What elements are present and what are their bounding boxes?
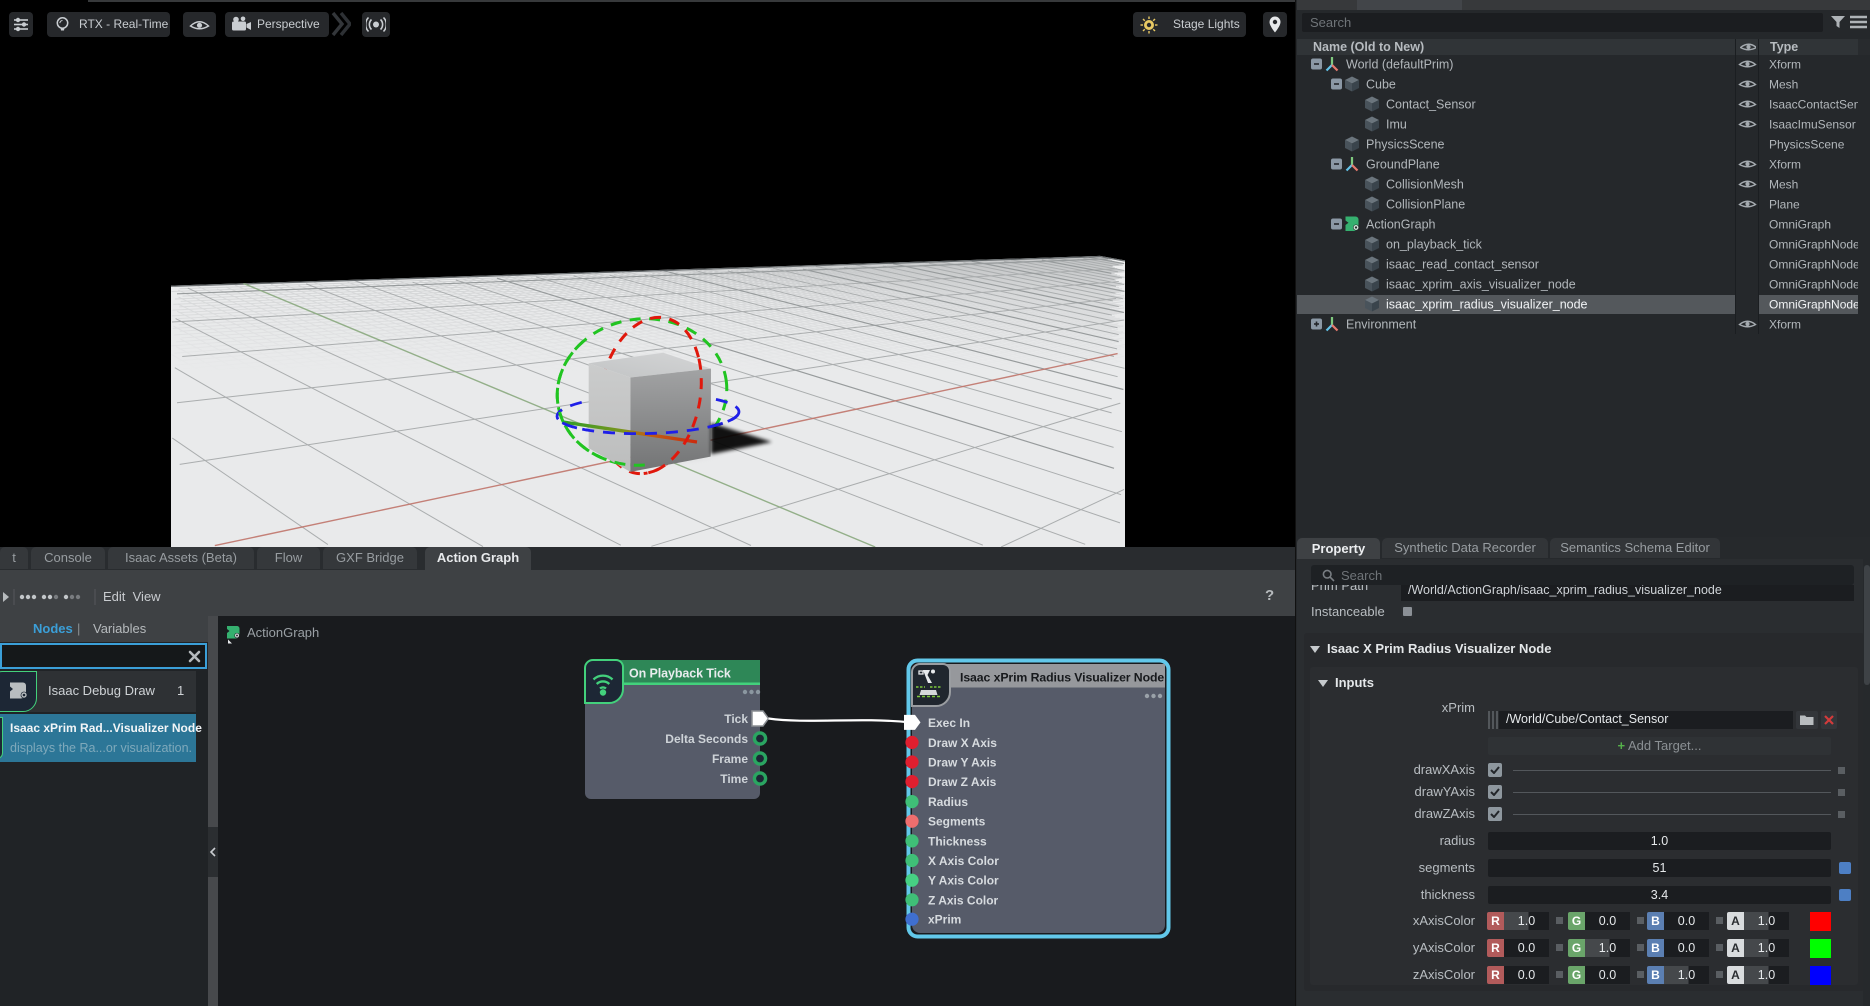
svg-text:IsaacImuSensor: IsaacImuSensor <box>1769 118 1856 132</box>
svg-text:Contact_Sensor: Contact_Sensor <box>1386 98 1476 112</box>
svg-text:Draw X Axis: Draw X Axis <box>928 736 997 750</box>
svg-text:Draw Z Axis: Draw Z Axis <box>928 775 997 789</box>
svg-text:Mesh: Mesh <box>1769 78 1798 92</box>
svg-text:on_playback_tick: on_playback_tick <box>1386 238 1483 252</box>
svg-text:isaac_xprim_radius_visualizer_: isaac_xprim_radius_visualizer_node <box>1386 298 1588 312</box>
svg-text:Environment: Environment <box>1346 318 1417 332</box>
svg-text:On Playback Tick: On Playback Tick <box>629 667 731 681</box>
svg-text:Plane: Plane <box>1769 198 1800 212</box>
svg-text:PhysicsScene: PhysicsScene <box>1366 138 1445 152</box>
svg-text:Xform: Xform <box>1769 318 1801 332</box>
svg-text:isaac_xprim_axis_visualizer_no: isaac_xprim_axis_visualizer_node <box>1386 278 1576 292</box>
svg-text:Xform: Xform <box>1769 158 1801 172</box>
svg-text:Cube: Cube <box>1366 78 1396 92</box>
svg-text:OmniGraph: OmniGraph <box>1769 218 1831 232</box>
svg-text:CollisionMesh: CollisionMesh <box>1386 178 1464 192</box>
svg-text:PhysicsScene: PhysicsScene <box>1769 138 1845 152</box>
svg-text:CollisionPlane: CollisionPlane <box>1386 198 1465 212</box>
svg-text:Thickness: Thickness <box>928 834 987 848</box>
svg-text:Xform: Xform <box>1769 58 1801 72</box>
svg-text:GroundPlane: GroundPlane <box>1366 158 1440 172</box>
svg-text:OmniGraphNode: OmniGraphNode <box>1769 298 1860 312</box>
svg-text:Frame: Frame <box>712 752 748 766</box>
svg-text:xPrim: xPrim <box>928 913 961 927</box>
svg-text:Exec In: Exec In <box>928 716 970 730</box>
svg-text:Radius: Radius <box>928 795 968 809</box>
svg-text:Imu: Imu <box>1386 118 1407 132</box>
svg-text:Z Axis Color: Z Axis Color <box>928 893 999 907</box>
svg-text:Mesh: Mesh <box>1769 178 1798 192</box>
svg-text:Time: Time <box>720 772 748 786</box>
svg-text:IsaacContactSen: IsaacContactSen <box>1769 98 1860 112</box>
svg-text:OmniGraphNode: OmniGraphNode <box>1769 278 1860 292</box>
svg-text:Tick: Tick <box>724 712 748 726</box>
svg-text:Delta Seconds: Delta Seconds <box>665 732 748 746</box>
svg-text:OmniGraphNode: OmniGraphNode <box>1769 258 1860 272</box>
svg-text:Draw Y Axis: Draw Y Axis <box>928 756 997 770</box>
svg-text:X Axis Color: X Axis Color <box>928 854 999 868</box>
svg-text:ActionGraph: ActionGraph <box>1366 218 1436 232</box>
svg-text:ActionGraph: ActionGraph <box>247 625 319 640</box>
svg-text:World (defaultPrim): World (defaultPrim) <box>1346 58 1453 72</box>
svg-text:Y Axis Color: Y Axis Color <box>928 874 999 888</box>
svg-text:Segments: Segments <box>928 815 986 829</box>
svg-text:OmniGraphNode: OmniGraphNode <box>1769 238 1860 252</box>
svg-text:Isaac xPrim Radius Visualizer: Isaac xPrim Radius Visualizer Node <box>960 671 1164 685</box>
svg-text:isaac_read_contact_sensor: isaac_read_contact_sensor <box>1386 258 1539 272</box>
